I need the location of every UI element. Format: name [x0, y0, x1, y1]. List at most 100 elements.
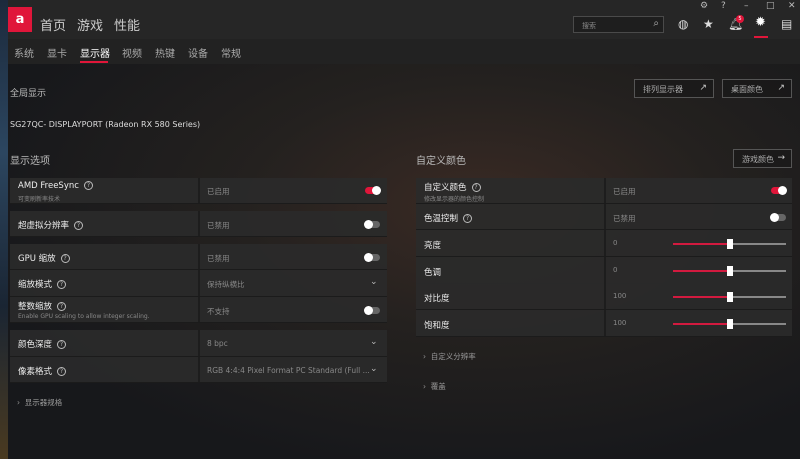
chevron-down-icon: ⌄	[370, 337, 378, 347]
help-icon[interactable]: ?	[57, 280, 67, 289]
help-icon[interactable]: ?	[57, 367, 67, 376]
desktop-edge	[0, 0, 8, 459]
slider-row: 色调 0	[416, 256, 792, 284]
custom-color-sub: 修改显示器的颜色控制	[424, 196, 485, 203]
expander-label: 自定义分辨率	[430, 352, 476, 361]
globe-icon[interactable]: ◍	[678, 17, 688, 31]
tab-display[interactable]: 显示器	[80, 45, 110, 60]
top-nav: a 首页 游戏 性能 搜索 ⌕ ◍ ★ 🔔︎ 5 ✹ ▤	[8, 7, 800, 39]
title-bar: ⚙ ? – □ ✕	[8, 0, 800, 12]
color-temp-row: 色温控制? 已禁用	[416, 204, 792, 230]
integer-scaling-sub: Enable GPU scaling to allow integer scal…	[18, 313, 150, 320]
color-depth-value: 8 bpc	[207, 339, 228, 348]
star-icon[interactable]: ★	[703, 17, 714, 31]
custom-color-title: 自定义颜色	[416, 156, 466, 167]
layout-icon[interactable]: ▤	[781, 17, 792, 31]
slider-thumb[interactable]	[726, 265, 733, 276]
chevron-right-icon: ›	[17, 398, 20, 407]
integer-scaling-label: 整数缩放?	[18, 300, 67, 312]
slider-thumb[interactable]	[726, 292, 733, 303]
arrow-right-icon: →	[777, 153, 785, 163]
custom-color-label: 自定义颜色?	[424, 181, 481, 193]
help-icon[interactable]: ?	[57, 340, 67, 349]
custom-color-row: 自定义颜色? 修改显示器的颜色控制 已启用	[416, 178, 792, 204]
minimize-icon[interactable]: –	[744, 0, 749, 12]
integer-scaling-toggle[interactable]	[364, 306, 380, 315]
help-icon[interactable]: ?	[74, 221, 84, 230]
vsr-toggle[interactable]	[364, 220, 380, 229]
help-icon[interactable]: ?	[57, 302, 67, 311]
color-temp-label: 色温控制?	[424, 212, 473, 224]
button-label: 游戏颜色	[742, 155, 774, 164]
bug-icon[interactable]: ⚙	[700, 0, 708, 12]
integer-scaling-value: 不支持	[207, 307, 230, 316]
sub-nav: 系统 显卡 显示器 视频 热键 设备 常规	[8, 39, 800, 64]
search-icon[interactable]: ⌕	[653, 18, 659, 29]
amd-logo[interactable]: a	[8, 7, 32, 32]
display-specs-expander[interactable]: › 显示器规格	[17, 397, 62, 408]
tab-graphics[interactable]: 显卡	[47, 45, 67, 60]
nav-performance[interactable]: 性能	[114, 15, 140, 34]
game-color-button[interactable]: 游戏颜色 →	[733, 149, 792, 168]
slider-fill	[673, 269, 730, 272]
slider-fill	[673, 296, 730, 299]
gpu-scaling-label: GPU 缩放?	[18, 252, 70, 264]
gpu-scaling-value: 已禁用	[207, 254, 230, 263]
override-expander[interactable]: › 覆盖	[423, 381, 446, 392]
tab-hotkeys[interactable]: 热键	[155, 45, 175, 60]
slider-track[interactable]	[673, 239, 786, 249]
search-placeholder: 搜索	[582, 22, 596, 30]
vsr-label: 超虚拟分辨率?	[18, 219, 84, 231]
search-input[interactable]: 搜索 ⌕	[573, 16, 664, 33]
tab-video[interactable]: 视频	[122, 45, 142, 60]
slider-value: 100	[613, 292, 627, 301]
tab-system[interactable]: 系统	[14, 45, 34, 60]
freesync-label: AMD FreeSync?	[18, 181, 93, 191]
pixel-format-label: 像素格式?	[18, 365, 67, 377]
monitor-name: SG27QC- DISPLAYPORT (Radeon RX 580 Serie…	[10, 120, 201, 129]
maximize-icon[interactable]: □	[766, 0, 775, 12]
slider-thumb[interactable]	[726, 319, 733, 330]
slider-label: 色调	[424, 267, 442, 278]
tab-devices[interactable]: 设备	[188, 45, 208, 60]
help-icon[interactable]: ?	[83, 181, 93, 190]
button-label: 排列显示器	[643, 85, 683, 94]
slider-fill	[673, 243, 730, 245]
help-icon[interactable]: ?	[60, 254, 70, 263]
scaling-mode-row[interactable]: 缩放模式? 保持纵横比 ⌄	[10, 270, 387, 297]
external-arrow-icon: ↗	[699, 83, 707, 93]
arrange-displays-button[interactable]: 排列显示器 ↗	[634, 79, 714, 98]
active-tab-underline	[80, 61, 108, 63]
slider-row: 亮度 0	[416, 230, 792, 257]
slider-thumb[interactable]	[726, 239, 733, 249]
pixel-format-row[interactable]: 像素格式? RGB 4:4:4 Pixel Format PC Standard…	[10, 357, 387, 383]
active-indicator	[754, 36, 768, 38]
slider-track[interactable]	[673, 265, 786, 276]
help-icon[interactable]: ?	[721, 0, 726, 12]
gpu-scaling-toggle[interactable]	[364, 253, 380, 262]
slider-label: 亮度	[424, 241, 442, 251]
slider-row: 饱和度 100	[416, 310, 792, 338]
vsr-value: 已禁用	[207, 221, 230, 230]
tab-general[interactable]: 常规	[221, 45, 241, 60]
help-icon[interactable]: ?	[463, 214, 473, 223]
close-icon[interactable]: ✕	[788, 0, 796, 12]
color-depth-row[interactable]: 颜色深度? 8 bpc ⌄	[10, 330, 387, 357]
nav-home[interactable]: 首页	[40, 15, 66, 34]
slider-value: 0	[613, 265, 618, 274]
color-temp-toggle[interactable]	[770, 213, 786, 222]
vsr-row: 超虚拟分辨率? 已禁用	[10, 211, 387, 237]
chevron-right-icon: ›	[423, 352, 426, 361]
custom-resolution-expander[interactable]: › 自定义分辨率	[423, 351, 476, 362]
slider-track[interactable]	[673, 292, 786, 303]
gear-icon[interactable]: ✹	[755, 15, 766, 30]
freesync-toggle[interactable]	[365, 186, 381, 195]
freesync-sub: 可变刷新率技术	[18, 196, 61, 203]
nav-games[interactable]: 游戏	[77, 15, 103, 34]
desktop-color-button[interactable]: 桌面颜色 ↗	[722, 79, 792, 98]
integer-scaling-row: 整数缩放? Enable GPU scaling to allow intege…	[10, 297, 387, 323]
slider-track[interactable]	[673, 319, 786, 330]
custom-color-toggle[interactable]	[771, 186, 787, 195]
help-icon[interactable]: ?	[471, 183, 481, 192]
pixel-format-value: RGB 4:4:4 Pixel Format PC Standard (Full…	[207, 366, 370, 375]
